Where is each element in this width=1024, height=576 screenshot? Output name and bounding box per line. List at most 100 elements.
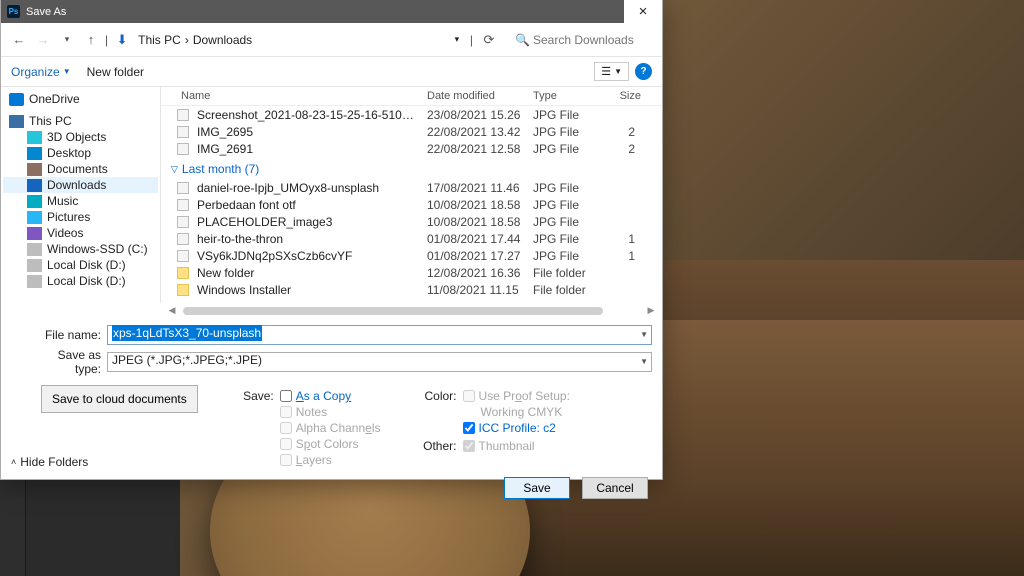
tree-item-3d-objects[interactable]: 3D Objects (3, 129, 158, 145)
save-button[interactable]: Save (504, 477, 570, 499)
file-name: IMG_2695 (191, 125, 421, 139)
file-icon (177, 126, 189, 138)
breadcrumb-dropdown-icon[interactable]: ▾ (448, 34, 466, 45)
column-headers: Name Date modified Type Size (161, 87, 662, 106)
file-date: 01/08/2021 17.27 (421, 249, 527, 263)
checkbox-col (161, 87, 175, 105)
footer: Save Cancel (1, 469, 662, 499)
pic-icon (27, 211, 42, 224)
up-icon[interactable]: ↑ (81, 30, 101, 50)
hide-folders-button[interactable]: ˄ Hide Folders (11, 455, 88, 469)
file-row[interactable]: PLACEHOLDER_image310/08/2021 18.58JPG Fi… (161, 213, 662, 230)
tree-item-desktop[interactable]: Desktop (3, 145, 158, 161)
cancel-button[interactable]: Cancel (582, 477, 648, 499)
tree-item-pictures[interactable]: Pictures (3, 209, 158, 225)
file-date: 22/08/2021 13.42 (421, 125, 527, 139)
file-icon (177, 182, 189, 194)
file-name-input[interactable]: xps-1qLdTsX3_70-unsplash ▼ (107, 325, 652, 345)
file-row[interactable]: IMG_269522/08/2021 13.42JPG File2 (161, 123, 662, 140)
tree-item-documents[interactable]: Documents (3, 161, 158, 177)
col-type[interactable]: Type (527, 87, 603, 105)
toolbar: Organize ▼ New folder ☰ ▼ ? (1, 57, 662, 87)
group-earlier[interactable]: ▽Earlier this year (1) (161, 298, 662, 303)
new-folder-button[interactable]: New folder (87, 65, 144, 79)
save-as-type-dropdown[interactable]: JPEG (*.JPG;*.JPEG;*.JPE) ▼ (107, 352, 652, 372)
file-row[interactable]: VSy6kJDNq2pSXsCzb6cvYF01/08/2021 17.27JP… (161, 247, 662, 264)
file-name-label: File name: (37, 328, 101, 342)
file-row[interactable]: New folder12/08/2021 16.36File folder (161, 264, 662, 281)
vid-icon (27, 227, 42, 240)
scroll-left-icon[interactable]: ◀ (165, 304, 179, 318)
folder-tree: OneDrive This PC3D ObjectsDesktopDocument… (1, 87, 161, 303)
save-as-type-value: JPEG (*.JPG;*.JPEG;*.JPE) (112, 353, 262, 367)
file-icon (177, 216, 189, 228)
close-button[interactable]: × (624, 0, 662, 23)
file-size: 2 (603, 125, 641, 139)
tree-item-windows-ssd-c-[interactable]: Windows-SSD (C:) (3, 241, 158, 257)
recent-chevron-icon[interactable]: ▾ (57, 30, 77, 50)
chevron-down-icon[interactable]: ▼ (640, 357, 648, 366)
col-name[interactable]: Name (175, 87, 421, 105)
file-name: daniel-roe-Ipjb_UMOyx8-unsplash (191, 181, 421, 195)
horiz-scrollbar[interactable]: ◀ ▶ (161, 303, 662, 318)
file-browser-body: OneDrive This PC3D ObjectsDesktopDocument… (1, 87, 662, 303)
onedrive-icon (9, 93, 24, 106)
save-options: Save: As a Copy Notes Alpha Channels Spo… (198, 385, 582, 469)
file-icon (177, 143, 189, 155)
file-row[interactable]: Windows Installer11/08/2021 11.15File fo… (161, 281, 662, 298)
search-box[interactable]: 🔍 (511, 29, 654, 51)
as-a-copy-checkbox[interactable]: As a Copy (280, 389, 381, 403)
tree-item-music[interactable]: Music (3, 193, 158, 209)
file-row[interactable]: Perbedaan font otf10/08/2021 18.58JPG Fi… (161, 196, 662, 213)
music-icon (27, 195, 42, 208)
file-name: Perbedaan font otf (191, 198, 421, 212)
file-row[interactable]: heir-to-the-thron01/08/2021 17.44JPG Fil… (161, 230, 662, 247)
tree-item-this-pc[interactable]: This PC (3, 113, 158, 129)
file-list: Screenshot_2021-08-23-15-25-16-510_com.b… (161, 106, 662, 303)
scroll-thumb[interactable] (183, 307, 603, 315)
folder-icon (177, 284, 189, 296)
search-icon: 🔍 (515, 33, 530, 47)
save-cloud-button[interactable]: Save to cloud documents (41, 385, 198, 413)
help-icon[interactable]: ? (635, 63, 652, 80)
tree-item-downloads[interactable]: Downloads (3, 177, 158, 193)
breadcrumb[interactable]: This PC › Downloads (136, 33, 444, 47)
breadcrumb-root[interactable]: This PC (138, 33, 181, 47)
nav-sep: | (105, 33, 108, 47)
file-type: JPG File (527, 142, 603, 156)
file-form: File name: xps-1qLdTsX3_70-unsplash ▼ Sa… (1, 318, 662, 376)
file-type: JPG File (527, 249, 603, 263)
tree-item-videos[interactable]: Videos (3, 225, 158, 241)
search-input[interactable] (511, 29, 654, 51)
breadcrumb-current[interactable]: Downloads (193, 33, 252, 47)
file-row[interactable]: Screenshot_2021-08-23-15-25-16-510_com.b… (161, 106, 662, 123)
file-pane: Name Date modified Type Size Screenshot_… (161, 87, 662, 303)
back-icon[interactable]: ← (9, 30, 29, 50)
file-name-value: xps-1qLdTsX3_70-unsplash (112, 325, 262, 341)
file-row[interactable]: IMG_269122/08/2021 12.58JPG File2 (161, 140, 662, 157)
refresh-icon[interactable]: ⟳ (477, 30, 501, 50)
file-date: 12/08/2021 16.36 (421, 266, 527, 280)
titlebar: Ps Save As × (1, 0, 662, 23)
tree-item-local-disk-d-[interactable]: Local Disk (D:) (3, 273, 158, 289)
chevron-down-icon: ▽ (171, 164, 178, 175)
forward-icon: → (33, 30, 53, 50)
file-icon (177, 109, 189, 121)
icc-profile-checkbox[interactable]: ICC Profile: c2 (463, 421, 570, 435)
file-type: JPG File (527, 125, 603, 139)
organize-button[interactable]: Organize ▼ (11, 65, 71, 79)
color-label: Color: (421, 389, 457, 435)
tree-item-local-disk-d-[interactable]: Local Disk (D:) (3, 257, 158, 273)
chevron-down-icon[interactable]: ▼ (640, 330, 648, 339)
spot-checkbox: Spot Colors (280, 437, 381, 451)
tree-item-onedrive[interactable]: OneDrive (3, 91, 158, 107)
file-row[interactable]: daniel-roe-Ipjb_UMOyx8-unsplash17/08/202… (161, 179, 662, 196)
view-button[interactable]: ☰ ▼ (594, 62, 629, 81)
hide-folders-label: Hide Folders (20, 455, 88, 469)
scroll-right-icon[interactable]: ▶ (644, 304, 658, 318)
col-size[interactable]: Size (603, 87, 647, 105)
col-date[interactable]: Date modified (421, 87, 527, 105)
file-icon (177, 199, 189, 211)
file-date: 10/08/2021 18.58 (421, 215, 527, 229)
group-last-month[interactable]: ▽Last month (7) (161, 157, 662, 179)
